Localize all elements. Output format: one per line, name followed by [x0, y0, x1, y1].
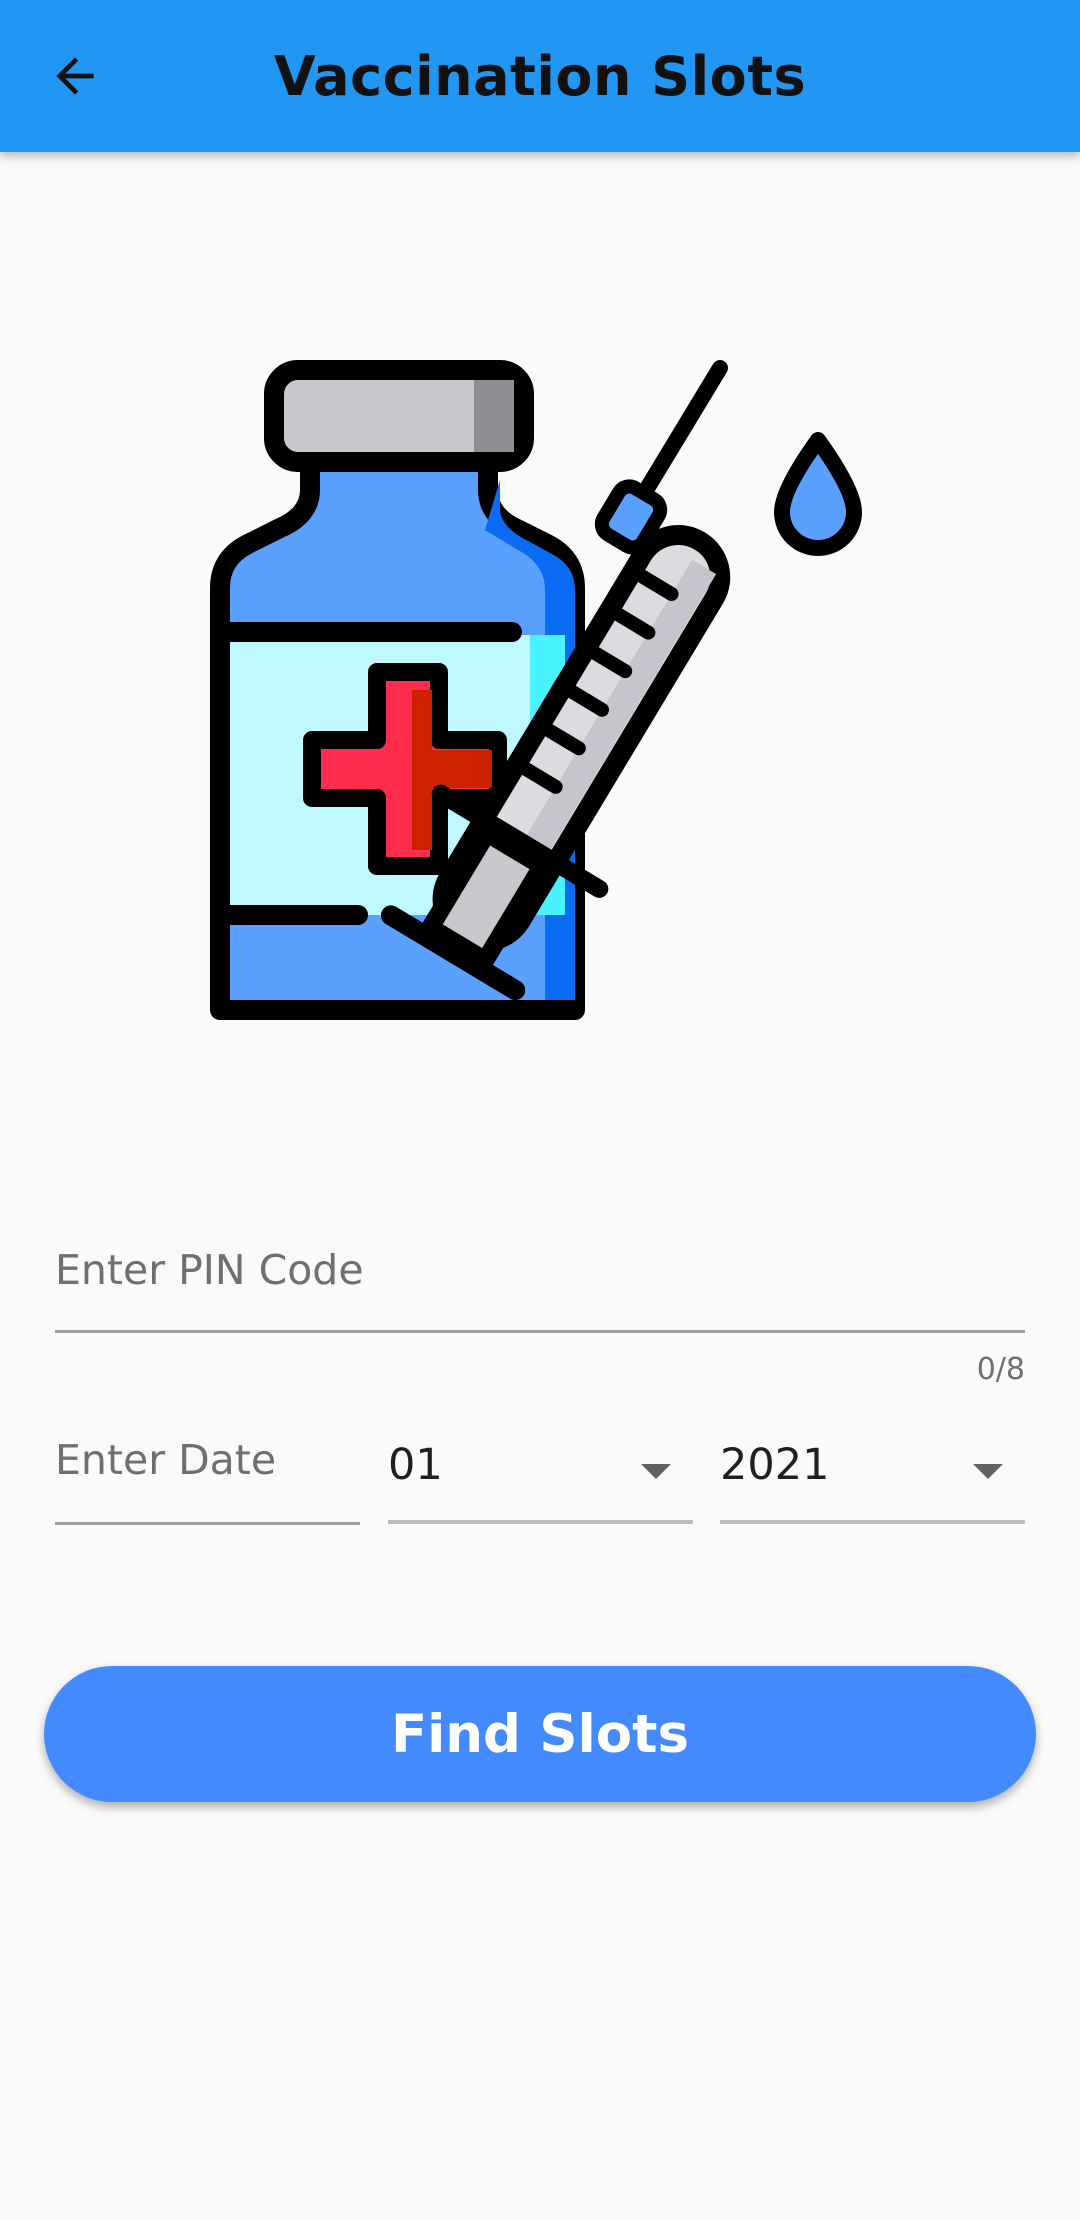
pin-code-field[interactable]	[55, 1220, 1025, 1333]
arrow-drop-down-icon	[973, 1464, 1003, 1479]
month-dropdown[interactable]: 01	[388, 1410, 693, 1524]
pin-code-input[interactable]	[55, 1220, 1025, 1320]
vaccine-vial-syringe-icon	[210, 360, 862, 1020]
date-input[interactable]	[55, 1410, 360, 1510]
year-dropdown[interactable]: 2021	[720, 1410, 1025, 1524]
arrow-drop-down-icon	[641, 1464, 671, 1479]
page-title: Vaccination Slots	[273, 44, 807, 108]
pin-character-counter: 0/8	[976, 1352, 1025, 1387]
find-slots-button[interactable]: Find Slots	[44, 1666, 1036, 1802]
app-bar: Vaccination Slots	[0, 0, 1080, 152]
year-dropdown-value: 2021	[720, 1440, 830, 1490]
month-dropdown-value: 01	[388, 1440, 443, 1490]
vaccine-illustration	[200, 340, 900, 1030]
date-field[interactable]	[55, 1410, 360, 1525]
